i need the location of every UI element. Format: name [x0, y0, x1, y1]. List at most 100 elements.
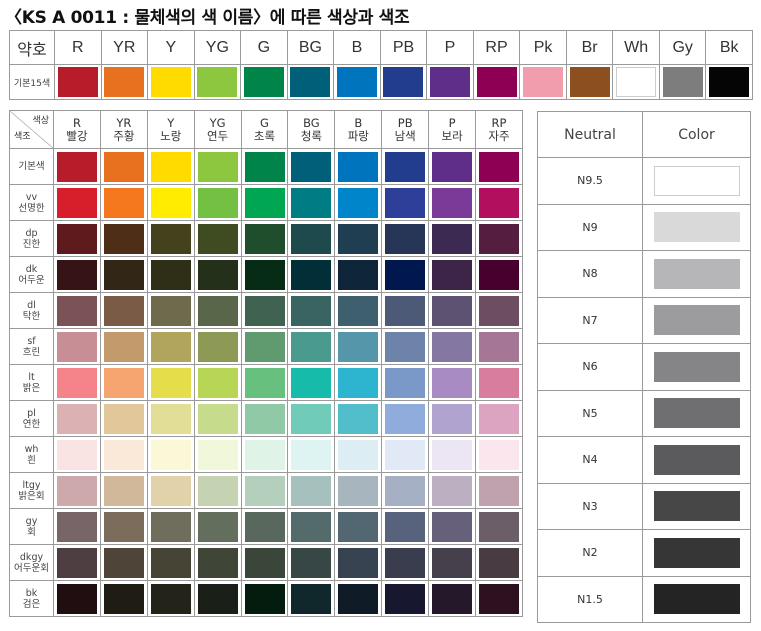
basic-color-cell [240, 64, 288, 100]
color-swatch [103, 439, 144, 470]
color-swatch [244, 187, 285, 218]
tone-name: 선명한 [18, 202, 45, 214]
color-swatch [432, 223, 473, 254]
hue-code: BG [303, 115, 320, 130]
hue-header: G 초록 [240, 110, 289, 149]
neutral-color-cell [642, 529, 751, 577]
color-swatch [338, 295, 379, 326]
tone-color-cell [287, 292, 336, 329]
color-swatch [479, 151, 519, 182]
tone-color-cell [334, 472, 383, 509]
color-swatch [243, 67, 284, 97]
tone-color-cell [99, 472, 148, 509]
tone-color-cell [287, 364, 336, 401]
tone-abbr: sf [27, 335, 36, 347]
tone-color-cell [193, 292, 242, 329]
color-swatch [479, 583, 519, 614]
color-swatch [244, 367, 285, 398]
neutral-swatch [653, 165, 740, 196]
color-swatch [385, 151, 426, 182]
color-swatch [291, 403, 332, 434]
neutral-row: N5 [537, 389, 751, 437]
neutral-label: N4 [537, 436, 643, 484]
color-swatch [479, 223, 519, 254]
color-swatch [244, 295, 285, 326]
color-swatch [291, 547, 332, 578]
abbr-header: 약호 [9, 30, 55, 65]
abbr-cell: R [54, 30, 102, 65]
tone-color-cell [381, 148, 430, 185]
neutral-row: N7 [537, 296, 751, 344]
neutral-row: N1.5 [537, 575, 751, 623]
tone-color-cell [428, 256, 477, 293]
color-swatch [103, 187, 144, 218]
color-swatch [150, 259, 191, 290]
tone-abbr: pl [27, 407, 36, 419]
color-swatch [291, 151, 332, 182]
tone-label: vv 선명한 [9, 184, 54, 221]
tone-color-cell [99, 400, 148, 437]
color-swatch [197, 547, 238, 578]
hue-name: 남색 [394, 128, 416, 143]
color-swatch [103, 475, 144, 506]
abbr-cell: Pk [519, 30, 567, 65]
tone-color-cell [334, 400, 383, 437]
color-swatch [197, 331, 238, 362]
color-swatch [385, 187, 426, 218]
tone-color-cell [381, 220, 430, 257]
tone-color-cell [287, 472, 336, 509]
abbr-cell: BG [286, 30, 335, 65]
tone-color-cell [99, 220, 148, 257]
neutral-color-cell [642, 389, 751, 437]
color-swatch [291, 583, 332, 614]
color-swatch [385, 259, 426, 290]
color-swatch [338, 547, 379, 578]
color-swatch [385, 295, 426, 326]
tone-color-cell [193, 400, 242, 437]
neutral-row: N9.5 [537, 157, 751, 205]
tone-color-cell [99, 148, 148, 185]
color-swatch [290, 67, 331, 97]
color-swatch [244, 403, 285, 434]
tone-row: pl 연한 [9, 400, 523, 437]
tone-color-cell [475, 436, 523, 473]
neutral-color-cell [642, 157, 751, 205]
tone-color-cell [334, 364, 383, 401]
tone-row: bk 검은 [9, 580, 523, 617]
abbr-cell: PB [379, 30, 428, 65]
tone-color-cell [193, 256, 242, 293]
tone-name: 회 [27, 526, 36, 538]
tone-color-cell [428, 148, 477, 185]
tone-color-cell [287, 220, 336, 257]
basic-color-cell [333, 64, 381, 100]
hue-name: 보라 [441, 128, 463, 143]
neutral-label: N9.5 [537, 157, 643, 205]
color-swatch [385, 511, 426, 542]
color-swatch [432, 259, 473, 290]
color-swatch [244, 223, 285, 254]
hue-header: YR 주황 [99, 110, 148, 149]
neutral-color-cell [642, 343, 751, 391]
tone-color-cell [53, 220, 101, 257]
abbr-cell: Br [565, 30, 614, 65]
tone-label: dl 탁한 [9, 292, 54, 329]
basic-color-cell [54, 64, 102, 100]
tone-name: 진한 [22, 238, 41, 250]
tone-color-cell [53, 184, 101, 221]
color-swatch [385, 331, 426, 362]
tone-color-cell [99, 436, 148, 473]
color-swatch [103, 151, 144, 182]
abbr-cell: G [240, 30, 288, 65]
abbr-cell: YG [193, 30, 242, 65]
tone-color-cell [381, 256, 430, 293]
tone-color-cell [475, 292, 523, 329]
color-swatch [432, 367, 473, 398]
tone-color-cell [53, 292, 101, 329]
color-swatch [432, 439, 473, 470]
hue-code: P [448, 115, 456, 130]
color-swatch [150, 439, 191, 470]
tone-color-cell [146, 148, 195, 185]
color-swatch [430, 67, 471, 97]
color-swatch [338, 367, 379, 398]
tone-color-cell [146, 220, 195, 257]
